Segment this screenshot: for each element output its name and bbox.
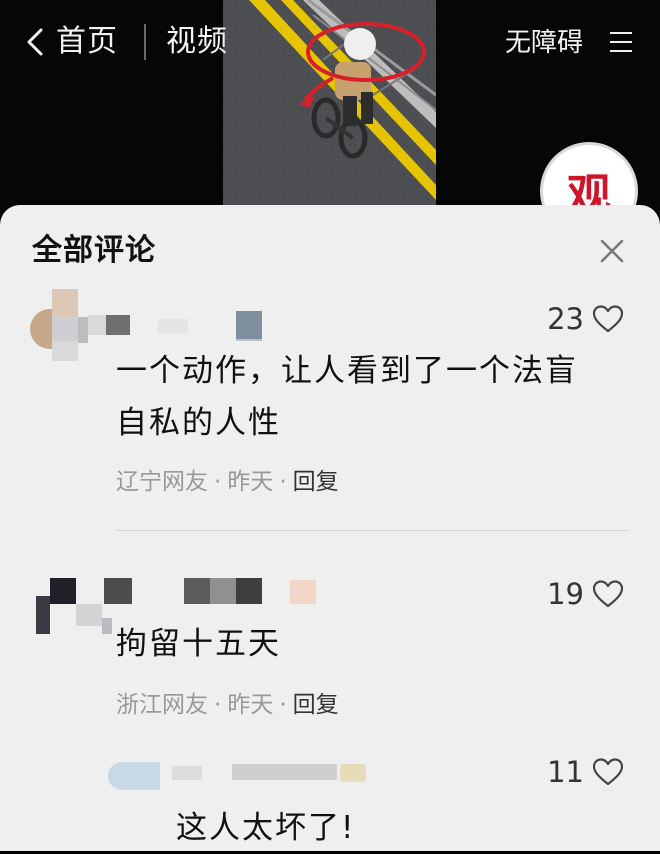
comment-text-line: 一个动作，让人看到了一个法盲 [116, 353, 578, 389]
heart-icon [592, 758, 624, 786]
nav-divider [144, 24, 146, 60]
comment-meta: 辽宁网友 · 昨天 · 回复 [116, 467, 339, 497]
like-count: 23 [547, 302, 584, 336]
comment-location: 浙江网友 [116, 692, 208, 718]
video-header: 首页 视频 无障碍 观 [0, 0, 660, 215]
menu-icon[interactable] [610, 32, 632, 52]
meta-separator: · [214, 469, 222, 495]
avatar[interactable] [108, 762, 160, 792]
comment-divider [116, 530, 630, 531]
close-icon [600, 239, 624, 263]
comment-text: 拘留十五天 [116, 626, 281, 662]
video-thumbnail[interactable] [223, 0, 436, 215]
username-blurred[interactable] [104, 578, 324, 608]
reply-button[interactable]: 回复 [293, 467, 339, 497]
comment-text-line: 自私的人性 [116, 405, 281, 441]
sheet-title: 全部评论 [32, 233, 156, 268]
meta-separator: · [279, 469, 287, 495]
avatar[interactable] [30, 289, 88, 361]
meta-separator: · [214, 692, 222, 718]
like-count: 19 [547, 577, 584, 611]
comments-sheet: 全部评论 23 一个动作，让人看到了一个法盲 自私的人性 辽宁网友 · 昨天 ·… [0, 205, 660, 851]
comment-meta: 浙江网友 · 昨天 · 回复 [116, 690, 339, 720]
comment-time: 昨天 [227, 469, 274, 495]
reply-button[interactable]: 回复 [293, 690, 339, 720]
username-blurred[interactable] [172, 762, 372, 788]
comment-location: 辽宁网友 [116, 469, 208, 495]
like-count: 11 [547, 755, 584, 789]
back-button[interactable]: 首页 [26, 24, 118, 60]
comment-item: 23 一个动作，让人看到了一个法盲 自私的人性 辽宁网友 · 昨天 · 回复 [0, 287, 660, 532]
accessibility-button[interactable]: 无障碍 [505, 26, 583, 60]
close-button[interactable] [598, 237, 626, 265]
like-button[interactable]: 11 [547, 756, 624, 788]
comment-time: 昨天 [227, 692, 274, 718]
video-channel-label[interactable]: 视频 [166, 24, 228, 60]
heart-icon [592, 580, 624, 608]
comment-text: 这人太坏了! [176, 810, 356, 846]
avatar[interactable] [36, 578, 112, 634]
comment-item: 11 这人太坏了! [0, 750, 660, 851]
username-blurred[interactable] [88, 311, 268, 341]
back-home-label: 首页 [56, 24, 118, 59]
like-button[interactable]: 19 [547, 578, 624, 610]
comment-text: 一个动作，让人看到了一个法盲 自私的人性 [116, 345, 578, 449]
meta-separator: · [279, 692, 287, 718]
like-button[interactable]: 23 [547, 303, 624, 335]
comment-item: 19 拘留十五天 浙江网友 · 昨天 · 回复 [0, 570, 660, 730]
video-scene-image [223, 0, 436, 215]
heart-icon [592, 305, 624, 333]
chevron-left-icon [27, 28, 43, 56]
